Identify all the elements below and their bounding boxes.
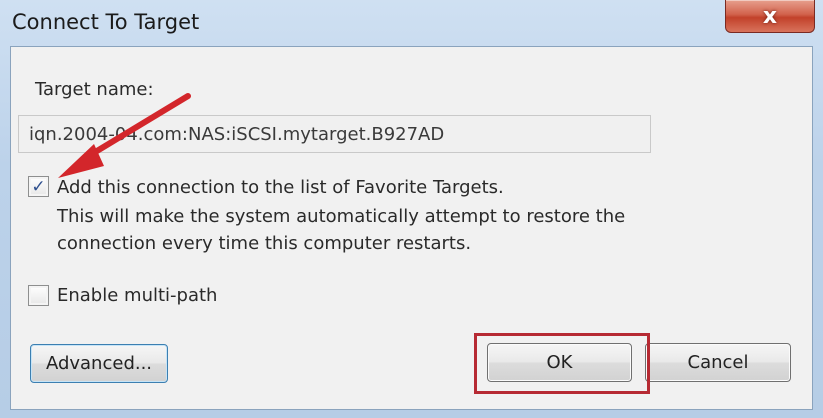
multi-path-checkbox[interactable]	[28, 285, 49, 306]
favorite-targets-label[interactable]: Add this connection to the list of Favor…	[57, 177, 504, 198]
check-icon: ✓	[31, 176, 46, 197]
close-icon: x	[762, 3, 778, 29]
target-name-label: Target name:	[35, 79, 154, 100]
multi-path-label[interactable]: Enable multi-path	[57, 285, 217, 306]
window-title: Connect To Target	[12, 10, 200, 34]
target-name-value: iqn.2004-04.com:NAS:iSCSI.mytarget.B927A…	[29, 124, 445, 145]
cancel-button[interactable]: Cancel	[645, 343, 791, 382]
ok-button[interactable]: OK	[487, 343, 632, 382]
close-button[interactable]: x	[725, 0, 815, 33]
target-name-field[interactable]: iqn.2004-04.com:NAS:iSCSI.mytarget.B927A…	[18, 115, 651, 153]
favorite-targets-description-line2: connection every time this computer rest…	[57, 233, 472, 254]
title-bar[interactable]: Connect To Target x	[0, 0, 823, 46]
favorite-targets-description-line1: This will make the system automatically …	[57, 206, 626, 227]
advanced-button[interactable]: Advanced...	[30, 344, 168, 383]
dialog-content: Target name: iqn.2004-04.com:NAS:iSCSI.m…	[10, 46, 813, 410]
favorite-targets-checkbox[interactable]: ✓	[28, 176, 49, 197]
connect-to-target-dialog: Connect To Target x Target name: iqn.200…	[0, 0, 823, 418]
